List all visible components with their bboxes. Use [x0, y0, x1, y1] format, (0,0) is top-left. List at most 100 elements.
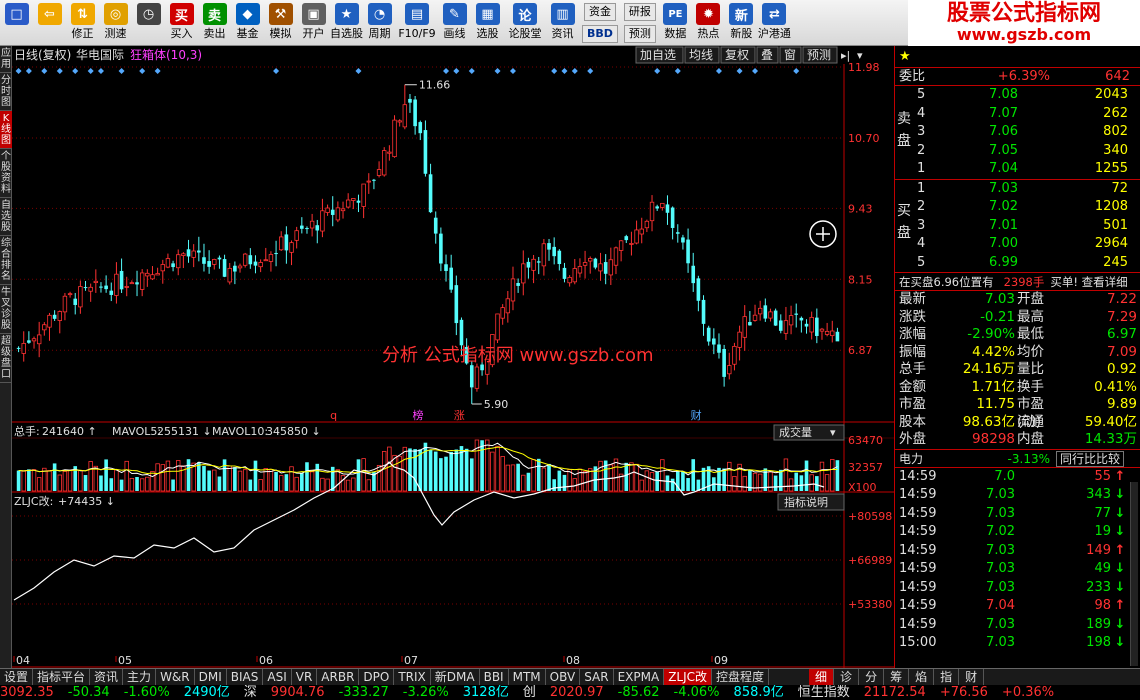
indicator-tab-5[interactable]: DMI	[195, 669, 227, 685]
toolbar-button-a2[interactable]: ⇅ 修正	[66, 0, 99, 46]
toolbar-button-a15[interactable]: 论论股堂	[504, 0, 546, 46]
candle-body	[52, 314, 57, 319]
volume-bar	[300, 472, 304, 491]
volume-bar	[253, 460, 258, 491]
panel-tab-1[interactable]: 诊	[834, 669, 860, 685]
quote-label: 最新	[899, 291, 926, 307]
kline-chart-area[interactable]: 日线(复权) 华电国际 狂箱体(10,3) 加自选 均线 复权叠窗预测 ▸| ▾ 11.98 10…	[12, 46, 894, 668]
indicator-tab-17[interactable]: EXPMA	[614, 669, 665, 685]
volume-bar	[47, 470, 52, 492]
quote-value: 11.75	[976, 396, 1015, 412]
vtab-6[interactable]: 牛叉诊股	[0, 285, 12, 334]
buy-level-3[interactable]: 3 7.01 501	[895, 217, 1140, 236]
kline-svg[interactable]: 日线(复权) 华电国际 狂箱体(10,3) 加自选 均线 复权叠窗预测 ▸| ▾11.9810…	[12, 46, 894, 668]
indicator-tab-6[interactable]: BIAS	[227, 669, 264, 685]
indicator-tab-3[interactable]: 主力	[123, 669, 157, 685]
panel-tab-3[interactable]: 筹	[884, 669, 910, 685]
quote-label: 均价	[1017, 343, 1044, 360]
toolbar-label: 数据	[664, 27, 687, 40]
toolbar-button-a0[interactable]: □	[0, 0, 33, 46]
peer-compare-button[interactable]: 同行比比较	[1056, 450, 1125, 467]
indicator-tab-0[interactable]: 设置	[0, 669, 34, 685]
candle-body	[510, 278, 516, 302]
toolbar-button-a5[interactable]: 买买入	[165, 0, 198, 46]
buy-level-2[interactable]: 2 7.02 1208	[895, 198, 1140, 217]
vtab-3[interactable]: 个股资料	[0, 149, 12, 198]
toolbar-button-a6[interactable]: 卖卖出	[198, 0, 231, 46]
buy-book: 买盘 1 7.03 72 2 7.02 1208 3 7.01 501 4 7.00 2964 5 6.9…	[895, 180, 1140, 273]
buy-level-1[interactable]: 1 7.03 72	[895, 180, 1140, 199]
toolbar-button-a11[interactable]: ◔ 周期	[363, 0, 396, 46]
indicator-tab-15[interactable]: OBV	[546, 669, 581, 685]
panel-tab-2[interactable]: 分	[859, 669, 885, 685]
sell-level-5[interactable]: 5 7.08 2043	[895, 86, 1140, 105]
toolbar-button-a14[interactable]: ▦ 选股	[471, 0, 504, 46]
toolbar-button-a16[interactable]: ▥ 资讯	[546, 0, 579, 46]
toolbar-button-a9[interactable]: ▣ 开户	[297, 0, 330, 46]
panel-tab-4[interactable]: 焰	[909, 669, 935, 685]
panel-tab-0[interactable]: 细	[809, 669, 835, 685]
indicator-tab-7[interactable]: ASI	[263, 669, 292, 685]
toolbar-stack-funds[interactable]: 资金 BBD	[579, 0, 621, 46]
star-icon[interactable]: ★	[895, 46, 911, 67]
indicator-tab-12[interactable]: 新DMA	[431, 669, 480, 685]
panel-tab-6[interactable]: 财	[959, 669, 985, 685]
chart-button-label: 窗	[784, 48, 796, 62]
indicator-tab-16[interactable]: SAR	[580, 669, 614, 685]
toolbar-button-b0[interactable]: PE 数据	[659, 0, 692, 46]
tick-price: 7.04	[986, 598, 1015, 613]
toolbar-button-a3[interactable]: ◎ 测速	[99, 0, 132, 46]
toolbar-button-b2[interactable]: 新新股	[725, 0, 758, 46]
bbd-button[interactable]: BBD	[582, 25, 618, 43]
indicator-tab-14[interactable]: MTM	[509, 669, 546, 685]
toolbar-button-a13[interactable]: ✎ 画线	[438, 0, 471, 46]
toolbar-button-a8[interactable]: ⚒ 模拟	[264, 0, 297, 46]
vtab-1[interactable]: 分时图	[0, 73, 12, 111]
toolbar-button-a4[interactable]: ◷	[132, 0, 165, 46]
indicator-tab-10[interactable]: DPO	[359, 669, 395, 685]
indicator-tab-13[interactable]: BBI	[480, 669, 509, 685]
main-toolbar: □ ⇦ ⇅ 修正 ◎ 测速 ◷ 买买入卖卖出 ◆ 基金 ⚒ 模拟 ▣ 开户 ★ 自选股 ◔ 周期 ▤ F10/F9 ✎ 画…	[0, 0, 1140, 46]
indicator-tab-18[interactable]: ZLJC改	[664, 669, 713, 685]
indicator-tab-4[interactable]: W&R	[156, 669, 195, 685]
research-button[interactable]: 研报	[623, 3, 656, 21]
indicator-tab-9[interactable]: ARBR	[317, 669, 360, 685]
tick-scrollbar[interactable]	[1130, 482, 1138, 666]
toolbar-button-a12[interactable]: ▤ F10/F9	[396, 0, 438, 46]
vtab-4[interactable]: 自选股	[0, 198, 12, 236]
forecast-button[interactable]: 预测	[623, 25, 656, 43]
sell-level-3[interactable]: 3 7.06 802	[895, 123, 1140, 142]
indicator-tab-1[interactable]: 指标平台	[33, 669, 91, 685]
indicator-tab-19[interactable]: 控盘程度	[712, 669, 770, 685]
sell-level-2[interactable]: 2 7.05 340	[895, 142, 1140, 161]
arrow-down-icon: ↓	[1114, 616, 1126, 632]
candle-body	[202, 257, 206, 264]
panel-tab-5[interactable]: 指	[934, 669, 960, 685]
indicator-tab-2[interactable]: 资讯	[90, 669, 124, 685]
toolbar-button-a10[interactable]: ★ 自选股	[330, 0, 363, 46]
sell-level-1[interactable]: 1 7.04 1255	[895, 160, 1140, 179]
toolbar-button-b3[interactable]: ⇄ 沪港通	[758, 0, 791, 46]
indicator-tab-11[interactable]: TRIX	[394, 669, 431, 685]
big-order-notice[interactable]: 在买盘6.96位置有 2398手 买单! 查看详细	[895, 273, 1140, 291]
sell-level-4[interactable]: 4 7.07 262	[895, 105, 1140, 124]
notice-link[interactable]: 买单! 查看详细	[1050, 273, 1127, 290]
funds-button[interactable]: 资金	[583, 3, 616, 21]
vtab-2[interactable]: K线图	[0, 111, 12, 149]
toolbar-stack-research[interactable]: 研报 预测	[621, 0, 659, 46]
candle-body	[129, 282, 135, 285]
buy-level-4[interactable]: 4 7.00 2964	[895, 235, 1140, 254]
toolbar-button-b1[interactable]: ✹ 热点	[692, 0, 725, 46]
buy-level-5[interactable]: 5 6.99 245	[895, 254, 1140, 273]
volume-bar	[727, 461, 732, 492]
level-price: 7.02	[989, 199, 1018, 214]
vtab-0[interactable]: 应用	[0, 46, 12, 73]
indicator-value: +74435 ↓	[58, 495, 115, 508]
volume-bar	[305, 462, 309, 491]
toolbar-button-a1[interactable]: ⇦	[33, 0, 66, 46]
candle-body	[567, 277, 572, 284]
vtab-7[interactable]: 超级盘口	[0, 334, 12, 383]
vtab-5[interactable]: 综合排名	[0, 236, 12, 285]
toolbar-button-a7[interactable]: ◆ 基金	[231, 0, 264, 46]
indicator-tab-8[interactable]: VR	[292, 669, 318, 685]
